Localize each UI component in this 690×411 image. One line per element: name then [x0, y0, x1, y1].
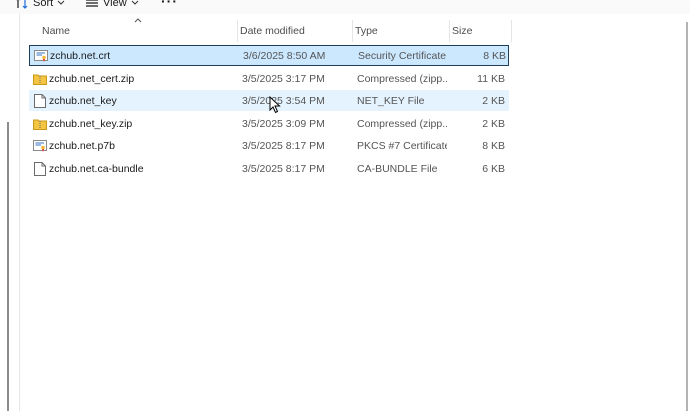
more-options-button[interactable]: ··· — [161, 0, 178, 9]
file-size: 8 KB — [483, 49, 506, 62]
column-header-type[interactable]: Type — [353, 20, 450, 42]
file-row[interactable]: zchub.net.ca-bundle 3/5/2025 8:17 PM CA-… — [29, 158, 509, 179]
view-label: View — [103, 0, 127, 9]
chevron-down-icon — [57, 0, 65, 6]
file-list-scrollbar-thumb[interactable] — [686, 22, 688, 411]
file-icon — [32, 90, 48, 111]
file-name: zchub.net_cert.zip — [49, 72, 135, 85]
file-row[interactable]: zchub.net_key.zip 3/5/2025 3:09 PM Compr… — [29, 113, 509, 134]
navigation-pane — [0, 14, 18, 411]
file-date-modified: 3/5/2025 3:17 PM — [242, 72, 325, 85]
zip-folder-icon — [32, 113, 48, 134]
column-header-type-label: Type — [355, 25, 378, 37]
sort-button[interactable]: Sort — [15, 0, 65, 10]
file-type: Compressed (zipp... — [357, 117, 447, 130]
mouse-cursor-icon — [269, 96, 281, 114]
file-row[interactable]: zchub.net_cert.zip 3/5/2025 3:17 PM Comp… — [29, 68, 509, 89]
file-row[interactable]: zchub.net.crt 3/6/2025 8:50 AM Security … — [29, 45, 509, 66]
file-type: PKCS #7 Certificates — [357, 139, 447, 152]
file-name: zchub.net.crt — [50, 49, 111, 62]
file-size: 8 KB — [482, 139, 505, 152]
file-type: Compressed (zipp... — [357, 72, 447, 85]
sort-icon — [15, 0, 29, 9]
file-name: zchub.net.ca-bundle — [49, 162, 144, 175]
column-header-date-label: Date modified — [240, 25, 305, 37]
chevron-down-icon — [131, 0, 139, 6]
file-date-modified: 3/5/2025 3:09 PM — [242, 117, 325, 130]
column-header-size[interactable]: Size — [450, 20, 512, 42]
view-button[interactable]: View — [85, 0, 139, 10]
zip-folder-icon — [32, 68, 48, 89]
file-name: zchub.net_key — [49, 94, 117, 107]
column-header-name[interactable]: Name — [40, 20, 238, 42]
file-date-modified: 3/5/2025 8:17 PM — [242, 139, 325, 152]
view-icon — [85, 0, 99, 8]
file-type: Security Certificate — [358, 49, 447, 62]
file-icon — [32, 158, 48, 179]
file-name: zchub.net.p7b — [49, 139, 115, 152]
more-icon: ··· — [161, 0, 178, 9]
pane-divider[interactable] — [19, 14, 20, 411]
sort-label: Sort — [33, 0, 54, 9]
file-size: 2 KB — [482, 94, 505, 107]
file-size: 6 KB — [482, 162, 505, 175]
column-header-row: Name Date modified Type Size — [20, 18, 512, 42]
file-date-modified: 3/5/2025 3:54 PM — [242, 94, 325, 107]
file-date-modified: 3/6/2025 8:50 AM — [243, 49, 326, 62]
file-type: CA-BUNDLE File — [357, 162, 438, 175]
file-type: NET_KEY File — [357, 94, 425, 107]
command-bar: Sort View ··· — [0, 0, 690, 14]
column-header-name-label: Name — [42, 25, 71, 37]
navigation-pane-scrollbar[interactable] — [7, 122, 9, 411]
file-row[interactable]: zchub.net.p7b 3/5/2025 8:17 PM PKCS #7 C… — [29, 135, 509, 156]
file-name: zchub.net_key.zip — [49, 117, 133, 130]
column-header-size-label: Size — [452, 25, 473, 37]
certificate-icon — [32, 135, 48, 156]
file-size: 11 KB — [477, 72, 505, 85]
column-header-date[interactable]: Date modified — [238, 20, 353, 42]
file-date-modified: 3/5/2025 8:17 PM — [242, 162, 325, 175]
certificate-icon — [33, 46, 49, 65]
file-size: 2 KB — [482, 117, 505, 130]
